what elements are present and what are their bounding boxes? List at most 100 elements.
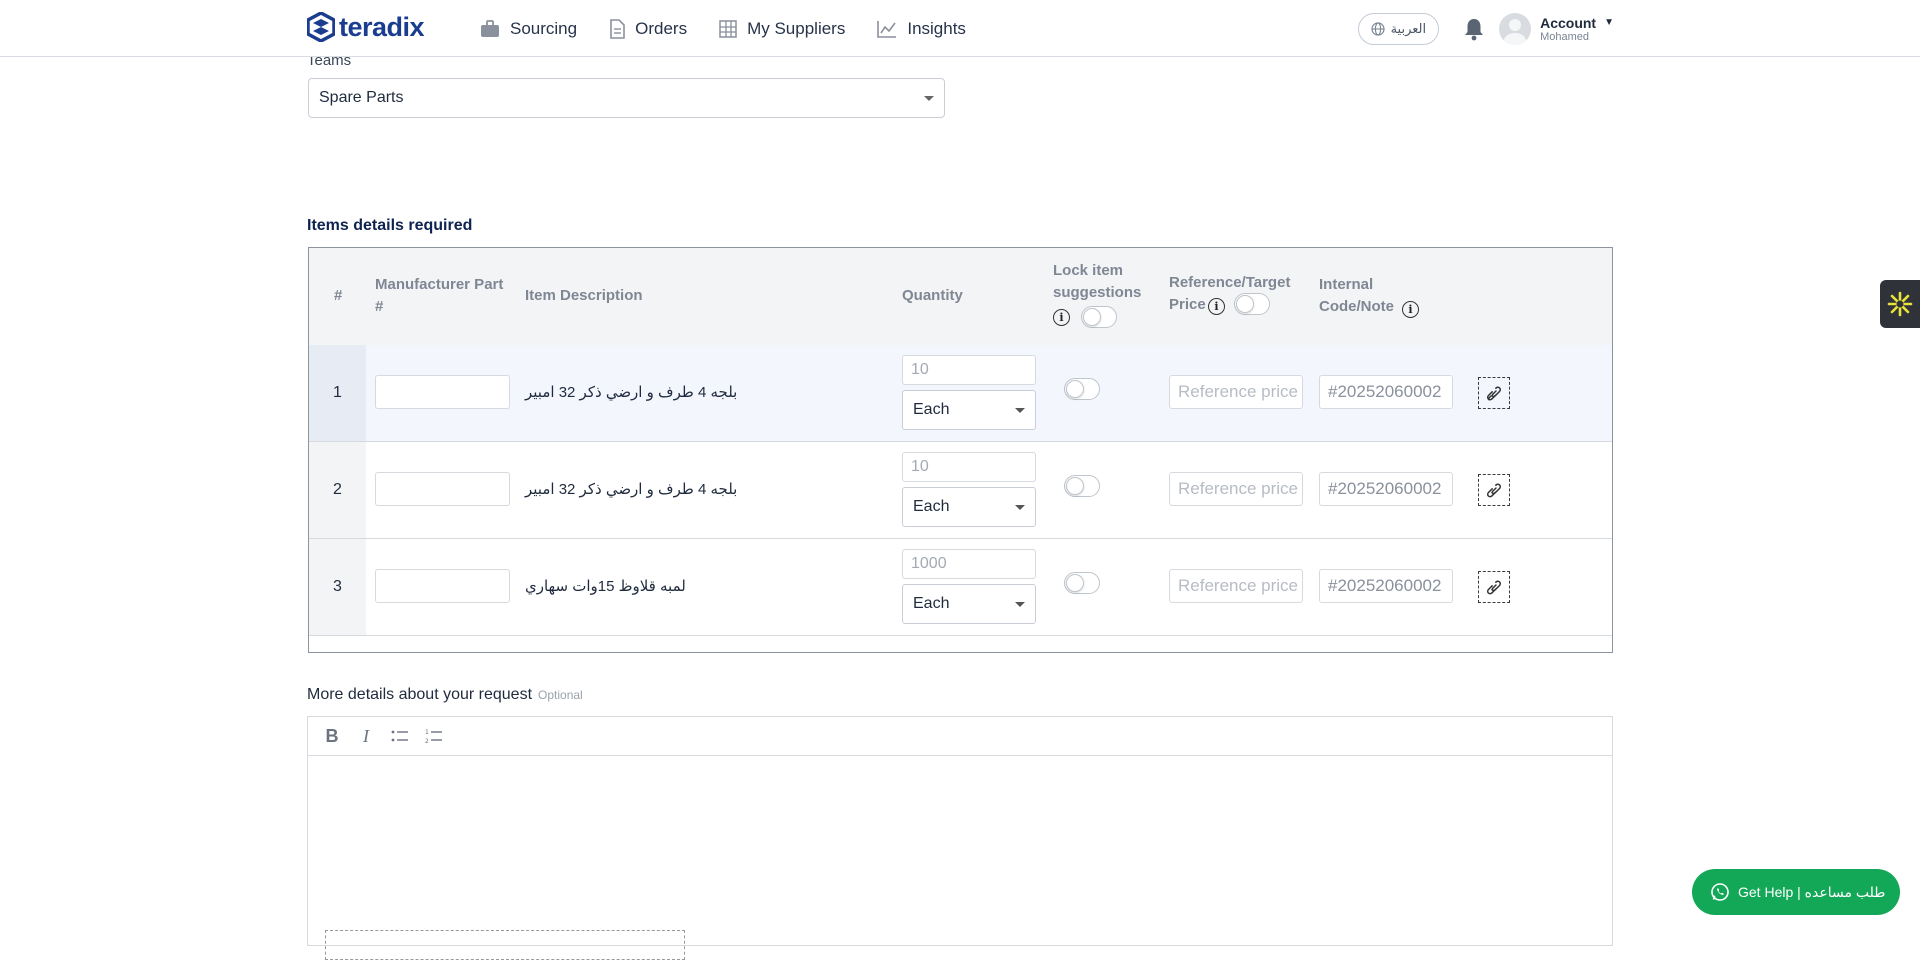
nav-item-sourcing[interactable]: Sourcing (480, 19, 577, 39)
row-number: 1 (309, 345, 366, 441)
header-lock-item-suggestions: Lock item suggestions (1053, 262, 1142, 301)
language-label: العربية (1390, 20, 1427, 36)
lock-all-toggle[interactable] (1081, 306, 1117, 328)
italic-icon[interactable]: I (356, 726, 376, 746)
more-details-label: More details about your request Optional (307, 686, 583, 704)
user-avatar[interactable] (1499, 12, 1532, 45)
header-quantity: Quantity (902, 287, 963, 304)
paperclip-icon (1486, 580, 1502, 595)
svg-text:1: 1 (425, 729, 429, 736)
unit-select[interactable]: Each (902, 487, 1036, 527)
account-user-name: Mohamed (1540, 30, 1590, 43)
brand-name: teradix (339, 11, 425, 42)
whatsapp-icon (1711, 883, 1729, 901)
table-row[interactable]: 2 بلجه 4 طرف و ارضي ذكر 32 امبير 10 Each… (309, 442, 1612, 539)
main-nav: Sourcing Orders My Suppliers Insights (480, 0, 998, 57)
document-icon (610, 18, 625, 39)
table-row[interactable]: 1 بلجه 4 طرف و ارضي ذكر 32 امبير 10 Each… (309, 345, 1612, 442)
row-number: 3 (309, 539, 366, 635)
item-description: بلجه 4 طرف و ارضي ذكر 32 امبير (525, 384, 738, 401)
items-table-header: # Manufacturer Part # Item Description Q… (309, 248, 1612, 345)
header-manufacturer-part: Manufacturer Part # (375, 276, 504, 315)
get-help-label: Get Help | طلب مساعده (1738, 883, 1886, 900)
reference-price-input[interactable]: Reference price (1169, 472, 1303, 506)
item-description: لمبه قلاوظ 15وات سهاري (525, 578, 686, 595)
reference-price-input[interactable]: Reference price (1169, 569, 1303, 603)
teams-selected-value: Spare Parts (319, 89, 404, 106)
unit-value: Each (913, 401, 950, 418)
caret-down-icon: ▼ (1604, 17, 1614, 28)
account-label: Account (1540, 14, 1597, 31)
globe-icon (1370, 21, 1385, 36)
manufacturer-part-input[interactable] (375, 375, 510, 409)
internal-code-input[interactable]: #20252060002 (1319, 472, 1453, 506)
dropdown-arrow-icon (924, 96, 934, 101)
internal-code-input[interactable]: #20252060002 (1319, 569, 1453, 603)
nav-label-my-suppliers: My Suppliers (747, 18, 846, 38)
bold-icon[interactable]: B (322, 726, 342, 746)
attach-file-button[interactable] (1478, 571, 1510, 603)
optional-tag: Optional (538, 688, 583, 702)
editor-toolbar: B I 12 (308, 717, 1612, 756)
account-menu[interactable]: Account ▼ Mohamed (1540, 15, 1614, 43)
briefcase-icon (481, 19, 499, 37)
accessibility-widget-button[interactable] (1880, 280, 1920, 328)
top-navigation-bar: teradix Sourcing Orders My Suppliers Ins… (0, 0, 1920, 57)
unit-select[interactable]: Each (902, 584, 1036, 624)
lock-item-toggle[interactable] (1064, 572, 1100, 594)
header-item-description: Item Description (525, 287, 643, 304)
manufacturer-part-input[interactable] (375, 472, 510, 506)
unit-value: Each (913, 498, 950, 515)
lock-item-toggle[interactable] (1064, 378, 1100, 400)
nav-item-my-suppliers[interactable]: My Suppliers (719, 19, 845, 39)
price-toggle[interactable] (1234, 293, 1270, 315)
rich-text-editor[interactable]: B I 12 (307, 716, 1613, 960)
get-help-button[interactable]: Get Help | طلب مساعده (1692, 869, 1900, 915)
teradix-logo[interactable]: teradix (307, 11, 425, 43)
price-info-icon[interactable]: i (1208, 298, 1225, 315)
unit-value: Each (913, 595, 950, 612)
teradix-logo-icon (307, 12, 335, 42)
nav-item-insights[interactable]: Insights (877, 19, 966, 39)
attach-file-button[interactable] (1478, 377, 1510, 409)
quantity-input[interactable]: 10 (902, 452, 1036, 482)
quantity-input[interactable]: 10 (902, 355, 1036, 385)
items-section-title: Items details required (307, 217, 473, 234)
paperclip-icon (1486, 483, 1502, 498)
building-icon (719, 19, 737, 38)
lock-info-icon[interactable]: i (1053, 309, 1070, 326)
code-info-icon[interactable]: i (1402, 301, 1419, 318)
table-row[interactable]: 3 لمبه قلاوظ 15وات سهاري 1000 Each Refer… (309, 539, 1612, 636)
header-right-tools: العربية Account ▼ Mohamed (1357, 0, 1614, 57)
nav-label-orders: Orders (635, 18, 688, 38)
header-internal-code-note: Internal Code/Note (1319, 276, 1394, 315)
nav-item-orders[interactable]: Orders (609, 19, 687, 39)
lock-item-toggle[interactable] (1064, 475, 1100, 497)
line-chart-icon (877, 20, 897, 38)
sparkle-icon (1887, 291, 1913, 317)
items-table: # Manufacturer Part # Item Description Q… (308, 247, 1613, 653)
attach-file-button[interactable] (1478, 474, 1510, 506)
nav-label-sourcing: Sourcing (510, 18, 578, 38)
dropdown-arrow-icon (1015, 505, 1025, 510)
unit-select[interactable]: Each (902, 390, 1036, 430)
reference-price-input[interactable]: Reference price (1169, 375, 1303, 409)
row-number: 2 (309, 442, 366, 538)
numbered-list-icon[interactable]: 12 (424, 726, 444, 746)
header-number: # (334, 287, 343, 304)
item-description: بلجه 4 طرف و ارضي ذكر 32 امبير (525, 481, 738, 498)
attachment-dropzone[interactable] (325, 930, 685, 960)
internal-code-input[interactable]: #20252060002 (1319, 375, 1453, 409)
manufacturer-part-input[interactable] (375, 569, 510, 603)
paperclip-icon (1486, 386, 1502, 401)
nav-label-insights: Insights (907, 18, 966, 38)
quantity-input[interactable]: 1000 (902, 549, 1036, 579)
dropdown-arrow-icon (1015, 602, 1025, 607)
dropdown-arrow-icon (1015, 408, 1025, 413)
account-menu-title: Account ▼ (1540, 15, 1614, 31)
teams-select[interactable]: Spare Parts (308, 78, 945, 118)
language-switch-button[interactable]: العربية (1357, 12, 1440, 45)
bullet-list-icon[interactable] (390, 726, 410, 746)
more-details-title: More details about your request (307, 686, 533, 703)
notifications-bell-icon[interactable] (1463, 17, 1485, 41)
